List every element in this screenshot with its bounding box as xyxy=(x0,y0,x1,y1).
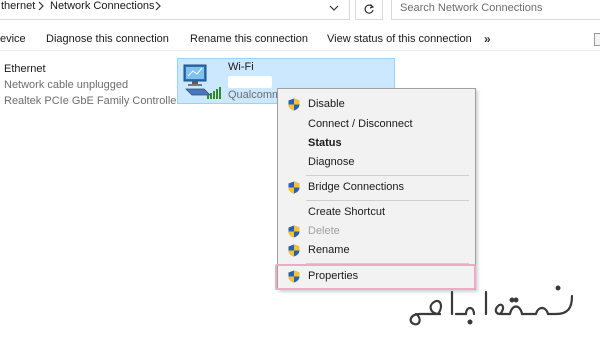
menu-item-label: Create Shortcut xyxy=(308,206,386,218)
uac-shield-icon xyxy=(288,225,300,238)
breadcrumb-network-connections[interactable]: Network Connections xyxy=(50,0,155,12)
address-bar[interactable]: thernet Network Connections xyxy=(0,0,350,20)
adapter-status: Network cable unplugged xyxy=(4,79,129,91)
disable-device-button[interactable]: evice xyxy=(0,33,26,45)
menu-item-label: Disable xyxy=(308,98,345,110)
redacted-network-name xyxy=(228,76,272,88)
menu-item-rename[interactable]: Rename xyxy=(278,241,475,260)
refresh-icon xyxy=(364,4,375,14)
menu-item-diagnose[interactable]: Diagnose xyxy=(278,153,475,172)
network-adapter-icon xyxy=(183,64,221,99)
adapter-device: Qualcomm xyxy=(228,89,282,101)
menu-item-label: Delete xyxy=(308,225,340,237)
preview-pane-toggle[interactable] xyxy=(594,33,600,46)
menu-separator xyxy=(306,200,469,201)
menu-item-label: Diagnose xyxy=(308,156,355,168)
search-input[interactable]: Search Network Connections xyxy=(391,0,600,20)
rename-connection-button[interactable]: Rename this connection xyxy=(190,33,308,45)
uac-shield-icon xyxy=(288,181,300,194)
adapter-name: Wi-Fi xyxy=(228,61,254,73)
diagnose-connection-button[interactable]: Diagnose this connection xyxy=(46,33,169,45)
command-bar: evice Diagnose this connection Rename th… xyxy=(0,29,600,51)
watermark-logo xyxy=(409,285,574,326)
menu-item-connect-disconnect[interactable]: Connect / Disconnect xyxy=(278,115,475,134)
menu-separator xyxy=(306,175,469,176)
menu-item-delete: Delete xyxy=(278,222,475,241)
more-commands-button[interactable]: » xyxy=(484,32,491,46)
menu-item-label: Status xyxy=(308,137,342,149)
chevron-right-icon[interactable] xyxy=(37,1,45,14)
uac-shield-icon xyxy=(288,244,300,257)
search-placeholder: Search Network Connections xyxy=(400,2,543,14)
menu-item-create-shortcut[interactable]: Create Shortcut xyxy=(278,203,475,222)
adapter-ethernet[interactable]: Ethernet Network cable unplugged Realtek… xyxy=(4,61,181,109)
menu-item-disable[interactable]: Disable xyxy=(278,95,475,114)
adapter-name: Ethernet xyxy=(4,63,46,75)
menu-item-label: Connect / Disconnect xyxy=(308,118,413,130)
menu-item-label: Bridge Connections xyxy=(308,181,405,193)
menu-item-bridge-connections[interactable]: Bridge Connections xyxy=(278,178,475,197)
signal-bars-icon xyxy=(207,87,221,99)
breadcrumb-ethernet[interactable]: thernet xyxy=(1,0,35,12)
view-status-button[interactable]: View status of this connection xyxy=(327,33,472,45)
menu-item-status[interactable]: Status xyxy=(278,134,475,153)
address-row: thernet Network Connections Search Netwo… xyxy=(0,0,600,22)
menu-item-label: Rename xyxy=(308,244,350,256)
context-menu: Disable Connect / Disconnect Status Diag… xyxy=(277,88,476,290)
chevron-right-icon[interactable] xyxy=(154,1,162,14)
refresh-button[interactable] xyxy=(355,0,383,20)
chevron-down-icon[interactable] xyxy=(328,2,340,14)
adapter-device: Realtek PCIe GbE Family Controller xyxy=(4,95,181,107)
uac-shield-icon xyxy=(288,98,300,111)
